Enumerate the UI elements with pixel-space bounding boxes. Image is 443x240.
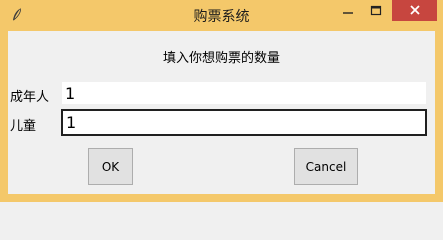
form-prompt: 填入你想购票的数量 <box>162 51 280 66</box>
close-button[interactable] <box>392 0 437 21</box>
adult-label: 成年人 <box>10 90 50 105</box>
dialog-window: 购票系统 填入你想购票的数量 成年人 1 儿童 1 OK Cancel <box>0 0 443 202</box>
minimize-icon <box>342 2 354 21</box>
cancel-button[interactable]: Cancel <box>294 148 358 185</box>
minimize-button[interactable] <box>334 0 362 22</box>
adult-quantity-input[interactable] <box>61 81 427 105</box>
close-icon <box>409 1 421 20</box>
dialog-body: 填入你想购票的数量 成年人 儿童 OK Cancel <box>8 31 435 194</box>
maximize-icon <box>370 2 382 21</box>
ok-button[interactable]: OK <box>88 148 133 185</box>
title-bar[interactable]: 购票系统 <box>0 0 443 31</box>
maximize-button[interactable] <box>362 0 390 22</box>
child-quantity-input[interactable] <box>61 109 427 136</box>
child-label: 儿童 <box>10 119 37 134</box>
